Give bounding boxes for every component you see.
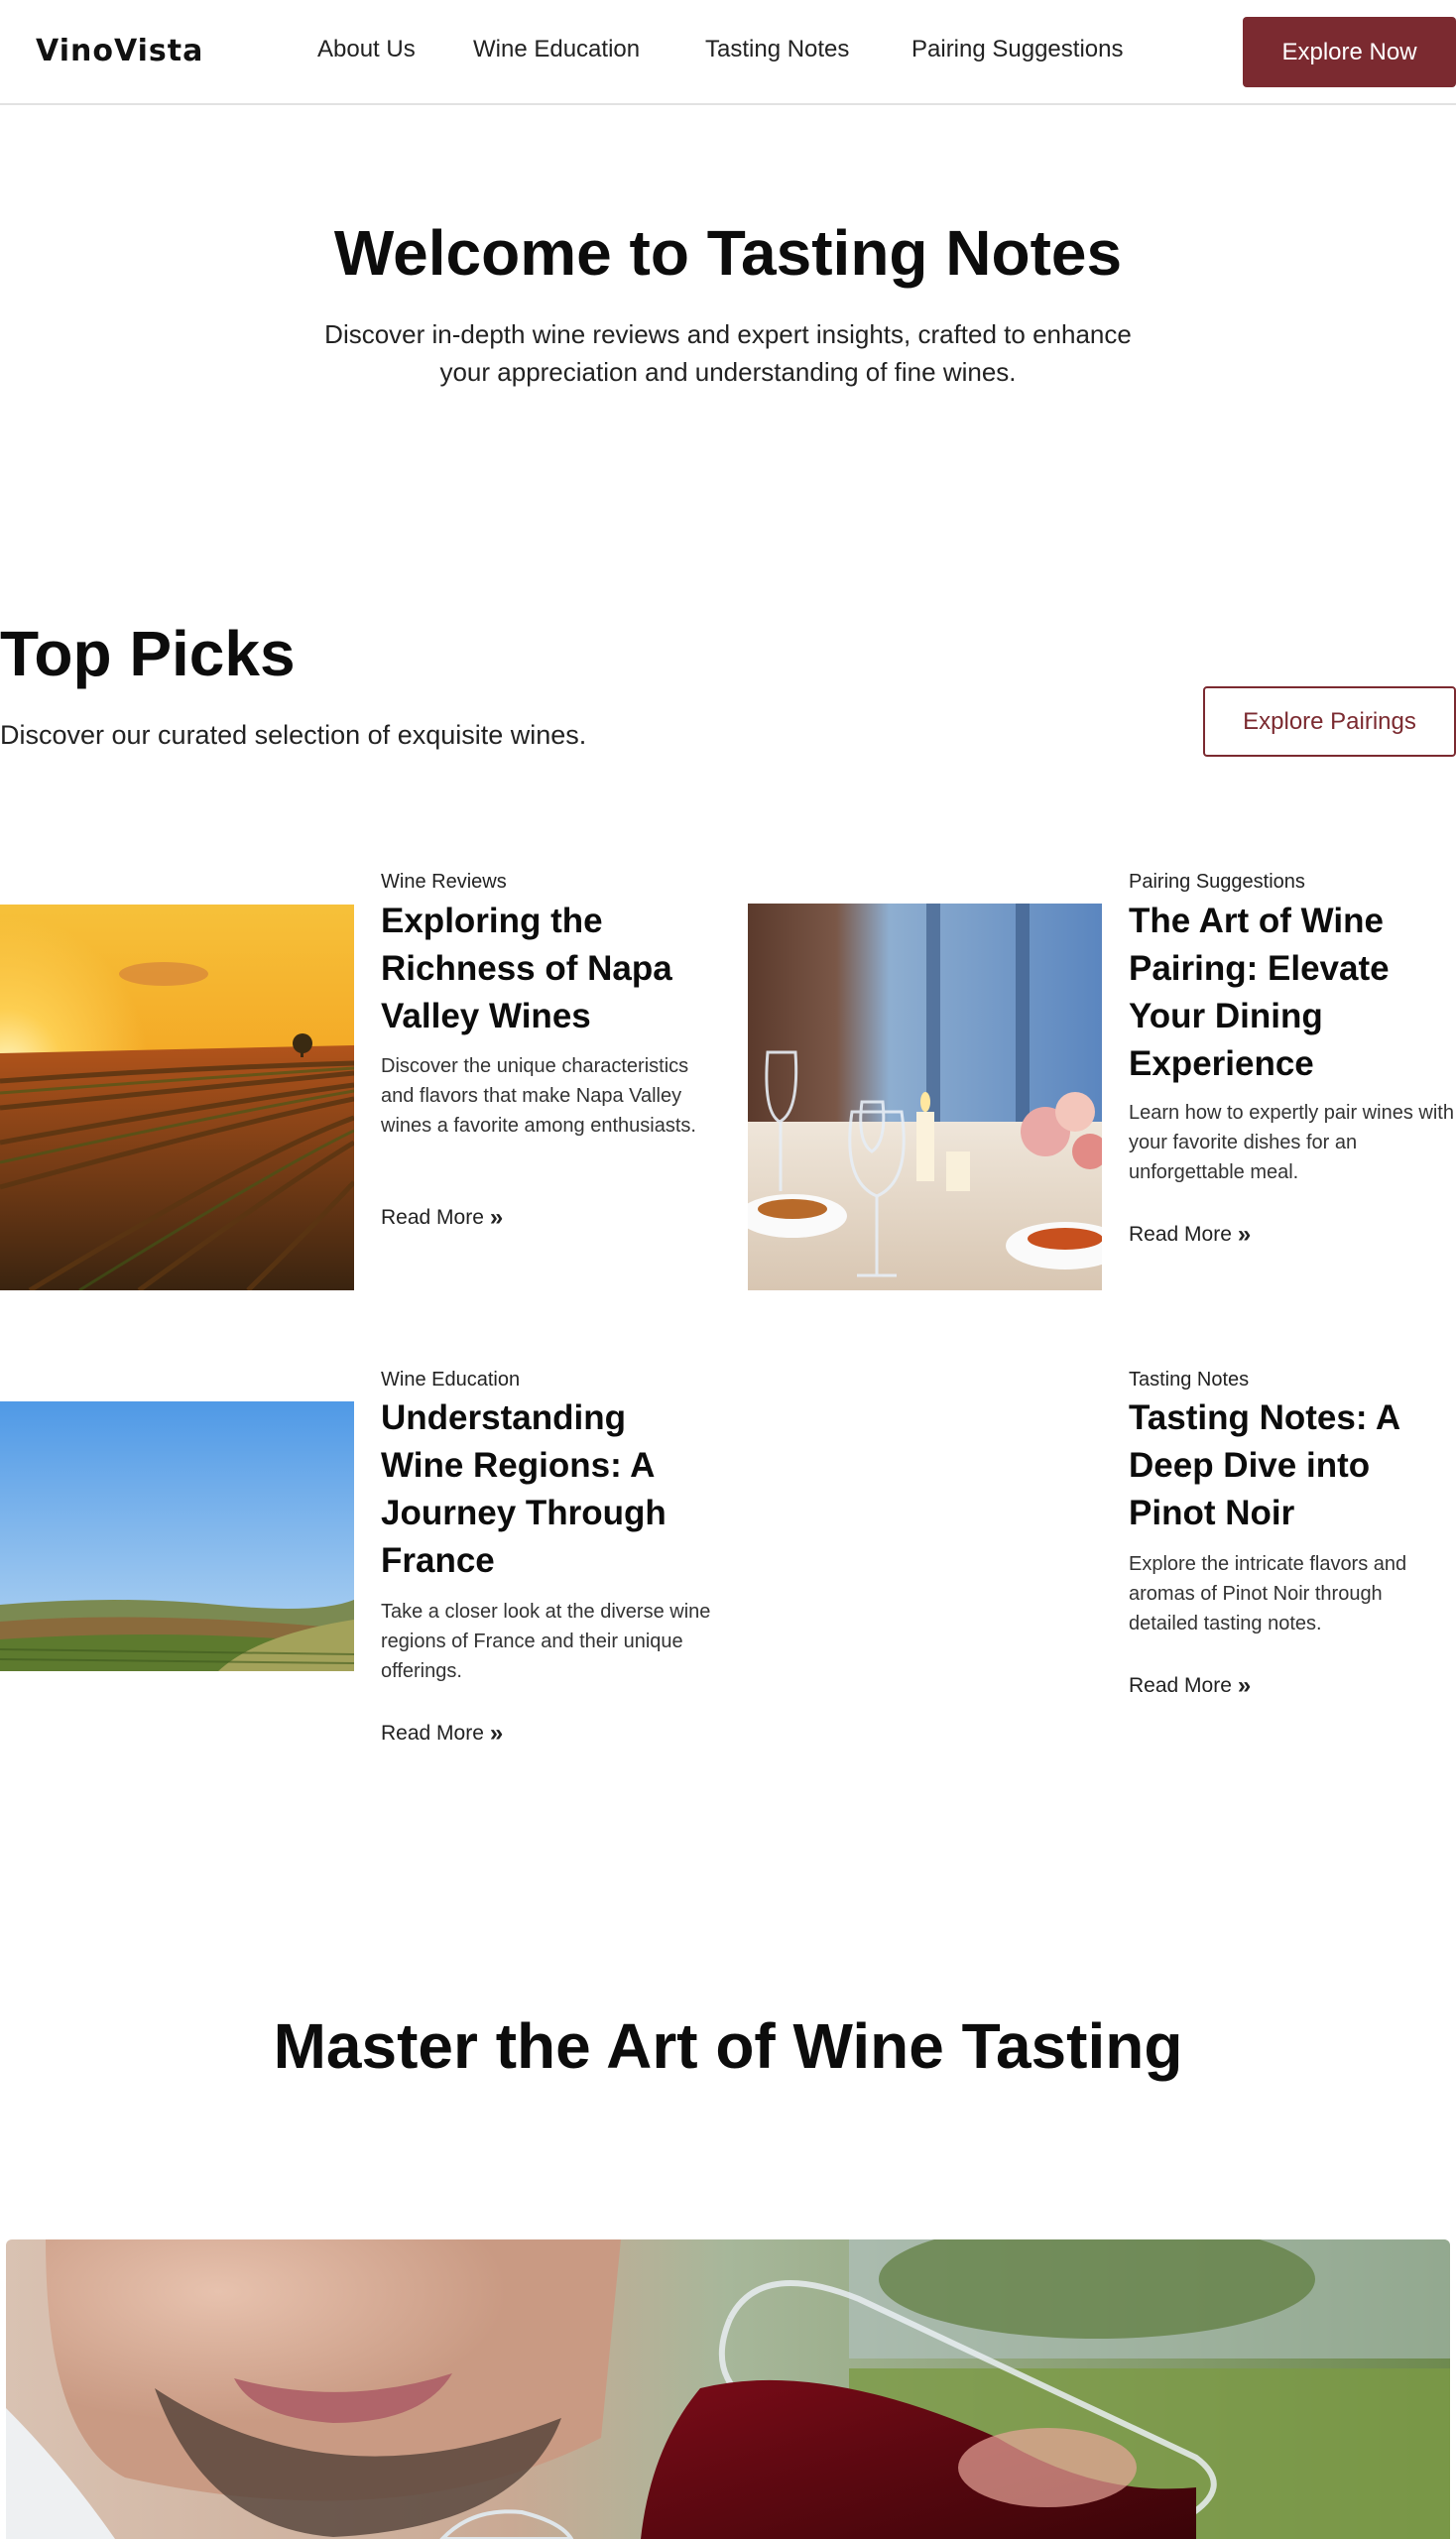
card-category: Wine Education [381, 1369, 521, 1390]
nav-tasting-notes[interactable]: Tasting Notes [705, 36, 849, 63]
card-description: Explore the intricate flavors and aromas… [1129, 1553, 1407, 1634]
nav-wine-education[interactable]: Wine Education [473, 36, 640, 63]
hero-subtitle: Discover in-depth wine reviews and exper… [324, 319, 1132, 387]
countryside-image [0, 1401, 354, 1671]
card-description: Learn how to expertly pair wines with yo… [1129, 1102, 1454, 1183]
explore-now-button[interactable]: Explore Now [1243, 17, 1456, 87]
double-chevron-right-icon: » [489, 1720, 504, 1747]
double-chevron-right-icon: » [489, 1204, 504, 1231]
card-title[interactable]: Understanding Wine Regions: A Journey Th… [381, 1394, 708, 1585]
read-more-link[interactable]: Read More » [381, 1722, 503, 1746]
card-title[interactable]: Tasting Notes: A Deep Dive into Pinot No… [1129, 1394, 1446, 1537]
top-picks-title: Top Picks [0, 618, 296, 689]
top-picks-subtitle: Discover our curated selection of exquis… [0, 720, 587, 750]
man-pouring-wine-image [6, 2239, 1450, 2539]
card-title[interactable]: The Art of Wine Pairing: Elevate Your Di… [1129, 898, 1446, 1088]
card-category: Pairing Suggestions [1129, 871, 1305, 893]
master-section-title: Master the Art of Wine Tasting [273, 2010, 1183, 2082]
read-more-label: Read More [381, 1722, 484, 1745]
site-header: VinoVista About Us Wine Education Tastin… [0, 0, 1456, 105]
vineyard-sunset-image [0, 905, 354, 1290]
card-image-france-countryside[interactable] [0, 1401, 354, 1671]
page: VinoVista About Us Wine Education Tastin… [0, 0, 1456, 2539]
read-more-label: Read More [1129, 1674, 1232, 1697]
card-category: Tasting Notes [1129, 1369, 1250, 1390]
double-chevron-right-icon: » [1237, 1672, 1252, 1699]
hero-title: Welcome to Tasting Notes [333, 217, 1123, 289]
read-more-label: Read More [381, 1206, 484, 1229]
nav-pairing-suggestions[interactable]: Pairing Suggestions [911, 36, 1123, 63]
dining-table-image [748, 904, 1102, 1290]
double-chevron-right-icon: » [1237, 1221, 1252, 1248]
card-category: Wine Reviews [381, 871, 507, 893]
read-more-link[interactable]: Read More » [1129, 1674, 1251, 1698]
nav-about-us[interactable]: About Us [317, 36, 416, 63]
card-image-dining-table[interactable] [748, 904, 1102, 1290]
card-title[interactable]: Exploring the Richness of Napa Valley Wi… [381, 898, 708, 1040]
master-section-image [6, 2239, 1450, 2539]
read-more-link[interactable]: Read More » [1129, 1223, 1251, 1247]
site-logo[interactable]: VinoVista [36, 34, 203, 68]
read-more-label: Read More [1129, 1223, 1232, 1246]
card-description: Discover the unique characteristics and … [381, 1055, 696, 1137]
card-description: Take a closer look at the diverse wine r… [381, 1601, 711, 1682]
card-image-napa-vineyard[interactable] [0, 905, 354, 1290]
read-more-link[interactable]: Read More » [381, 1206, 503, 1230]
explore-pairings-button[interactable]: Explore Pairings [1203, 686, 1456, 757]
